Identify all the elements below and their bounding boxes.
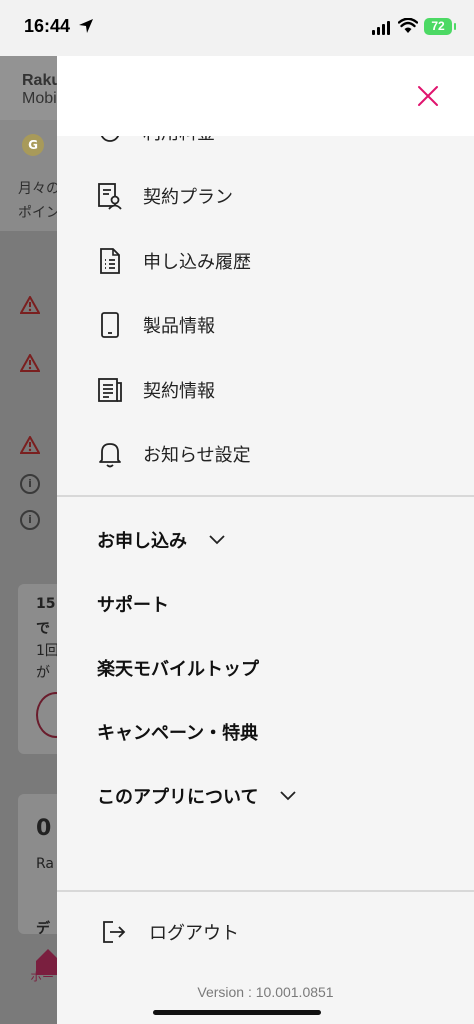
- background-card-text: Ra: [36, 856, 54, 872]
- status-time: 16:44: [24, 16, 71, 36]
- application-history-icon: [97, 247, 123, 275]
- divider: [57, 890, 474, 892]
- logout-icon: [103, 921, 126, 943]
- nav-item-apply[interactable]: お申し込み: [97, 522, 225, 558]
- background-card-text: デ: [36, 921, 50, 937]
- battery-icon: 72: [424, 18, 456, 35]
- nav-item-label: キャンペーン・特典: [97, 723, 259, 744]
- menu-item-product-info[interactable]: 製品情報: [97, 305, 215, 345]
- menu-item-contract-info[interactable]: 契約情報: [97, 370, 215, 410]
- bell-icon: [97, 440, 123, 468]
- rakuten-mobile-logo: Raku Mobi: [22, 72, 62, 107]
- contract-plan-icon: [97, 182, 123, 210]
- menu-item-notification-settings[interactable]: お知らせ設定: [97, 434, 251, 474]
- side-drawer: 利用料金 契約プラン 申し込み履歴 製品情報 契約情報: [57, 0, 474, 1024]
- nav-item-label: サポート: [97, 595, 169, 616]
- background-card-text: 0: [36, 816, 52, 841]
- nav-item-rakuten-mobile-top[interactable]: 楽天モバイルトップ: [97, 650, 259, 686]
- wifi-icon: [398, 18, 418, 33]
- chevron-down-icon: [280, 791, 297, 801]
- nav-item-label: このアプリについて: [97, 787, 259, 808]
- warning-icon: [20, 296, 40, 314]
- menu-item-label: 申し込み履歴: [143, 252, 251, 273]
- contract-info-icon: [97, 376, 123, 404]
- divider: [57, 495, 474, 497]
- nav-item-campaigns[interactable]: キャンペーン・特典: [97, 714, 258, 750]
- location-arrow-icon: [79, 19, 93, 33]
- logout-button[interactable]: ログアウト: [101, 914, 239, 950]
- home-tab-label: ホー: [30, 970, 55, 984]
- close-icon[interactable]: [416, 84, 440, 108]
- nav-item-support[interactable]: サポート: [97, 586, 169, 622]
- background-card-text: 15: [36, 596, 56, 612]
- chevron-down-icon: [209, 535, 225, 545]
- background-text: ポイン: [18, 205, 60, 221]
- menu-item-contract-plan[interactable]: 契約プラン: [97, 176, 233, 216]
- home-indicator: [153, 1010, 321, 1015]
- info-icon: i: [20, 474, 40, 494]
- menu-item-application-history[interactable]: 申し込み履歴: [97, 241, 251, 281]
- background-card-text: が: [36, 665, 50, 681]
- background-card-text: 1回: [36, 643, 59, 659]
- menu-item-label: お知らせ設定: [143, 445, 251, 466]
- logout-label: ログアウト: [149, 923, 239, 944]
- info-icon: i: [20, 510, 40, 530]
- nav-item-label: お申し込み: [97, 531, 187, 552]
- cellular-signal-icon: [372, 21, 390, 35]
- menu-item-label: 契約プラン: [143, 187, 233, 208]
- warning-icon: [20, 354, 40, 372]
- nav-item-label: 楽天モバイルトップ: [97, 659, 259, 680]
- menu-item-label: 契約情報: [143, 381, 215, 402]
- app-version: Version : 10.001.0851: [197, 984, 334, 1000]
- background-card-text: で: [36, 621, 50, 637]
- drawer-header: [57, 56, 474, 136]
- status-bar: 16:44 72: [0, 0, 474, 56]
- smartphone-icon: [97, 311, 123, 339]
- gold-medal-icon: G: [22, 134, 44, 156]
- warning-icon: [20, 436, 40, 454]
- background-text: 月々の: [18, 181, 60, 197]
- menu-item-label: 製品情報: [143, 316, 215, 337]
- nav-item-about-app[interactable]: このアプリについて: [97, 778, 297, 814]
